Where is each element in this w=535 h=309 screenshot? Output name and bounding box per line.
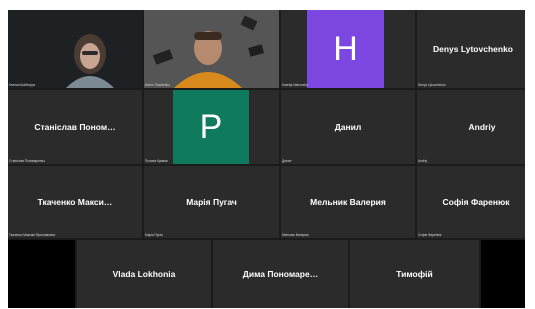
participant-name: Ткаченко Макси…	[37, 197, 113, 207]
participant-name: Станіслав Поном…	[34, 122, 116, 132]
participant-tile[interactable]: Софія Фаренюк Софія Фаренюк	[417, 166, 525, 238]
participant-tile[interactable]: Станіслав Поном… Станіслав Пономаренко	[8, 90, 142, 164]
participant-label: Станіслав Пономаренко	[9, 159, 45, 163]
participant-name: Мельник Валерия	[310, 197, 386, 207]
participant-tile[interactable]: H Ksenija Nahovska	[281, 10, 415, 88]
participant-label: Полина Кривая	[145, 159, 168, 163]
participant-name: Тимофій	[396, 269, 433, 279]
participant-name: Vlada Lokhonia	[112, 269, 176, 279]
participant-tile[interactable]: Тимофій	[350, 240, 479, 308]
participant-tile[interactable]: Дима Пономаре…	[213, 240, 348, 308]
participant-label: Софія Фаренюк	[418, 233, 442, 237]
participant-tile[interactable]: Artem Tkachenko	[144, 10, 279, 88]
participant-label: Мельник Валерия	[282, 233, 309, 237]
video-gallery: Ксения Шабатура Artem Tkachenko H Ksenij…	[8, 10, 525, 308]
participant-video	[144, 10, 279, 88]
participant-tile[interactable]: Denys Lytovchenko Denys Lytovchenko	[417, 10, 525, 88]
participant-label: Artem Tkachenko	[145, 83, 170, 87]
participant-label: Ksenija Nahovska	[282, 83, 308, 87]
participant-label: Ксения Шабатура	[9, 83, 36, 87]
participant-tile[interactable]: Марія Пугач Марія Пугач	[144, 166, 279, 238]
gallery-padding	[8, 240, 75, 308]
participant-name: Софія Фаренюк	[442, 197, 510, 207]
participant-label: Denys Lytovchenko	[418, 83, 446, 87]
participant-tile[interactable]: Ксения Шабатура	[8, 10, 142, 88]
avatar-initial: H	[333, 29, 358, 68]
participant-name: Andriy	[468, 122, 496, 132]
participant-tile[interactable]: Andriy Andriy	[417, 90, 525, 164]
avatar: H	[307, 10, 384, 88]
participant-tile[interactable]: Ткаченко Макси… Ткаченко Максим Ярославо…	[8, 166, 142, 238]
participant-tile[interactable]: Vlada Lokhonia	[77, 240, 211, 308]
participant-name: Данил	[334, 122, 362, 132]
participant-label: Данил	[282, 159, 292, 163]
avatar: P	[173, 90, 249, 164]
participant-tile[interactable]: Данил Данил	[281, 90, 415, 164]
participant-name: Denys Lytovchenko	[433, 44, 513, 54]
participant-name: Дима Пономаре…	[242, 269, 319, 279]
participant-tile[interactable]: P Полина Кривая	[144, 90, 279, 164]
participant-label: Марія Пугач	[145, 233, 163, 237]
participant-name: Марія Пугач	[186, 197, 237, 207]
participant-tile[interactable]: Мельник Валерия Мельник Валерия	[281, 166, 415, 238]
gallery-padding	[481, 240, 525, 308]
participant-label: Ткаченко Максим Ярославович	[9, 233, 56, 237]
participant-video	[8, 10, 142, 88]
avatar-initial: P	[199, 107, 223, 146]
participant-label: Andriy	[418, 159, 428, 163]
